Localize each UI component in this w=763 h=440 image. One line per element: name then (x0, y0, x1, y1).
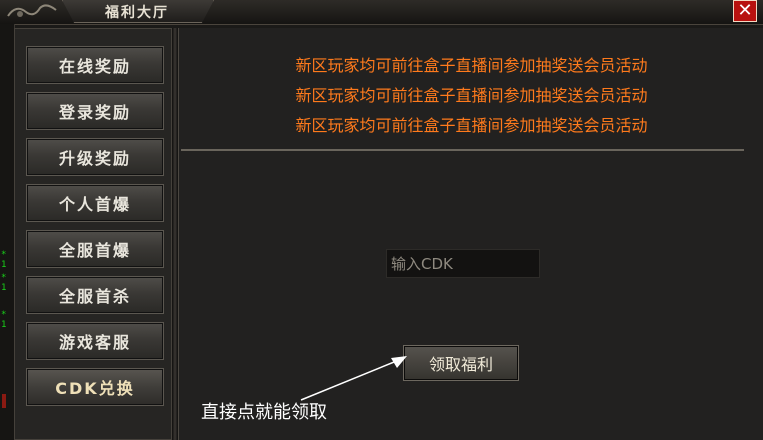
content-panel: 新区玩家均可前往盒子直播间参加抽奖送会员活动 新区玩家均可前往盒子直播间参加抽奖… (178, 28, 763, 440)
strip-text-3: * 1 (1, 310, 7, 330)
title-bar: 福利大厅 ✕ (0, 0, 763, 25)
sidebar-item-customer-service[interactable]: 游戏客服 (26, 322, 164, 360)
strip-text-2: * 1 (1, 273, 7, 293)
strip-text-1: * 1 (1, 250, 7, 270)
window-title: 福利大厅 (105, 5, 169, 21)
sidebar-item-online-reward[interactable]: 在线奖励 (26, 46, 164, 84)
sidebar-item-personal-first-drop[interactable]: 个人首爆 (26, 184, 164, 222)
hint-text: 直接点就能领取 (201, 402, 327, 423)
notice-line-1: 新区玩家均可前往盒子直播间参加抽奖送会员活动 (295, 56, 648, 75)
sidebar: 在线奖励 登录奖励 升级奖励 个人首爆 全服首爆 全服首杀 游戏客服 CDK兑换 (14, 28, 172, 440)
content-divider (181, 149, 744, 151)
sidebar-item-login-reward[interactable]: 登录奖励 (26, 92, 164, 130)
sidebar-item-cdk-exchange[interactable]: CDK兑换 (26, 368, 164, 406)
sidebar-item-server-first-drop[interactable]: 全服首爆 (26, 230, 164, 268)
cdk-input[interactable] (386, 249, 540, 278)
strip-marker (2, 394, 6, 408)
dragon-ornament-icon (7, 4, 57, 17)
close-icon: ✕ (737, 0, 753, 21)
sidebar-item-server-first-kill[interactable]: 全服首杀 (26, 276, 164, 314)
side-strip: * 1 * 1 * 1 (0, 24, 15, 440)
notice-line-3: 新区玩家均可前往盒子直播间参加抽奖送会员活动 (295, 116, 648, 135)
claim-reward-button[interactable]: 领取福利 (403, 345, 519, 381)
sidebar-item-levelup-reward[interactable]: 升级奖励 (26, 138, 164, 176)
close-button[interactable]: ✕ (733, 0, 757, 22)
notice-line-2: 新区玩家均可前往盒子直播间参加抽奖送会员活动 (295, 86, 648, 105)
